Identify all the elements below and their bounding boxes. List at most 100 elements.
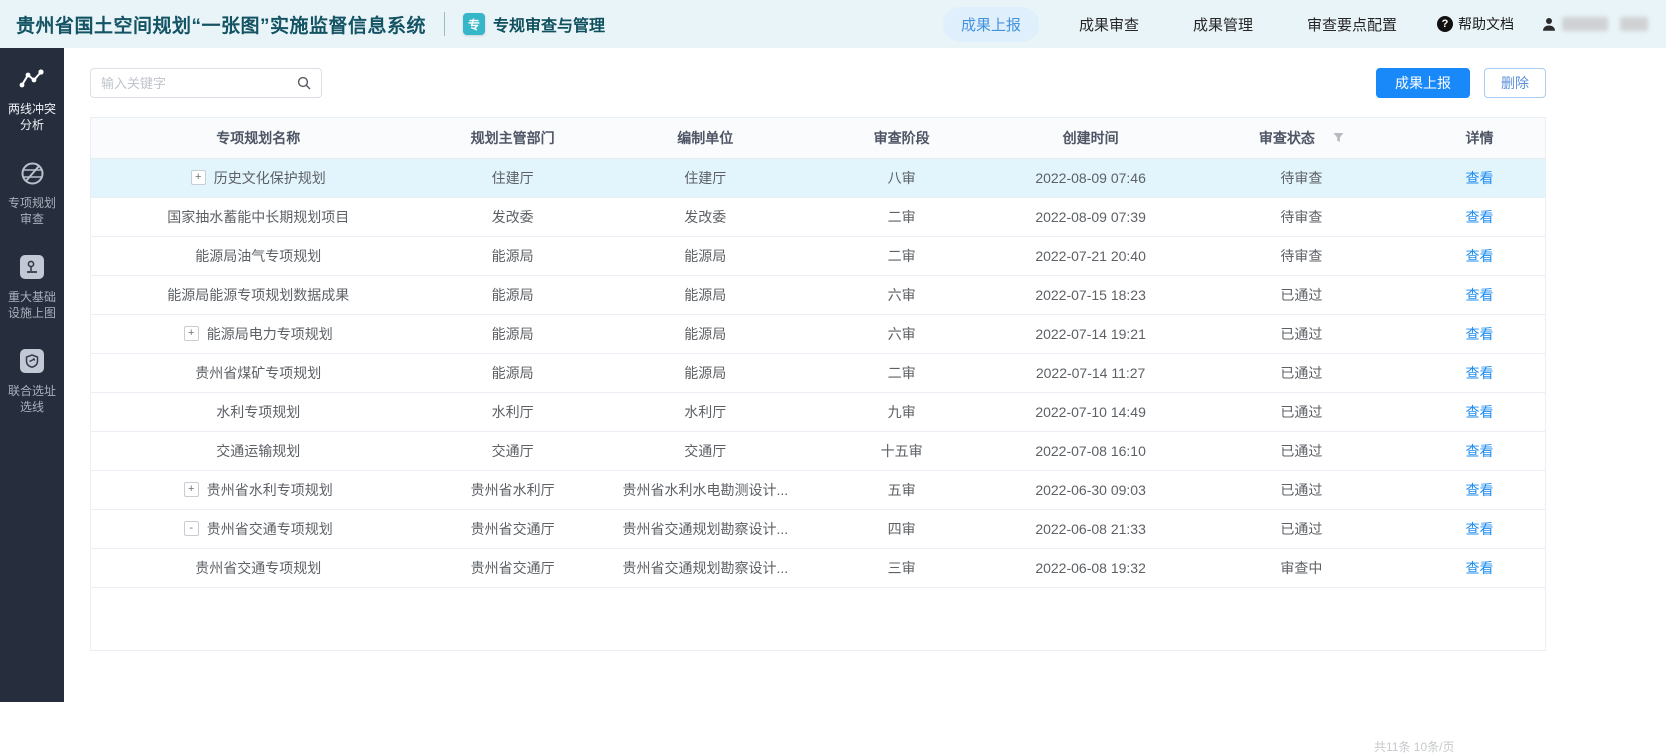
sidebar-item-special-plan-review[interactable]: 专项规划审查	[0, 160, 64, 227]
nav-results-review[interactable]: 成果审查	[1065, 7, 1153, 42]
detail-cell: 查看	[1414, 392, 1545, 431]
unit-cell: 贵州省交通规划勘察设计...	[600, 548, 811, 587]
plan-name: 历史文化保护规划	[214, 168, 326, 188]
stage-cell: 二审	[811, 197, 993, 236]
view-detail-link[interactable]: 查看	[1466, 482, 1494, 498]
detail-cell: 查看	[1414, 197, 1545, 236]
table-row[interactable]: + 贵州省水利专项规划 贵州省水利厅 贵州省水利水电勘测设计... 五审 202…	[91, 470, 1545, 509]
plans-table: 专项规划名称 规划主管部门 编制单位 审查阶段 创建时间 审查状态	[91, 118, 1545, 588]
module-title: 专规审查与管理	[493, 12, 605, 36]
stage-cell: 八审	[811, 158, 993, 197]
plan-name: 贵州省煤矿专项规划	[195, 363, 321, 383]
unit-cell: 水利厅	[600, 392, 811, 431]
table-row[interactable]: 国家抽水蓄能中长期规划项目 发改委 发改委 二审 2022-08-09 07:3…	[91, 197, 1545, 236]
sidebar-item-infrastructure-map[interactable]: 重大基础设施上图	[0, 254, 64, 321]
view-detail-link[interactable]: 查看	[1466, 521, 1494, 537]
view-detail-link[interactable]: 查看	[1466, 170, 1494, 186]
user-account[interactable]	[1540, 15, 1648, 33]
table-row[interactable]: - 贵州省交通专项规划 贵州省交通厅 贵州省交通规划勘察设计... 四审 202…	[91, 509, 1545, 548]
plan-name: 交通运输规划	[216, 441, 300, 461]
help-doc-link[interactable]: ? 帮助文档	[1437, 14, 1514, 34]
plan-name-cell: - 贵州省交通专项规划	[91, 509, 425, 548]
created-cell: 2022-07-14 19:21	[992, 314, 1188, 353]
view-detail-link[interactable]: 查看	[1466, 248, 1494, 264]
view-detail-link[interactable]: 查看	[1466, 443, 1494, 459]
table-header-row: 专项规划名称 规划主管部门 编制单位 审查阶段 创建时间 审查状态	[91, 118, 1545, 158]
sidebar-item-conflict-analysis[interactable]: 两线冲突分析	[0, 66, 64, 133]
unit-cell: 能源局	[600, 236, 811, 275]
dept-cell: 住建厅	[425, 158, 599, 197]
plan-name-cell: 能源局油气专项规划	[91, 236, 425, 275]
table-row[interactable]: 能源局能源专项规划数据成果 能源局 能源局 六审 2022-07-15 18:2…	[91, 275, 1545, 314]
detail-cell: 查看	[1414, 314, 1545, 353]
created-cell: 2022-07-14 11:27	[992, 353, 1188, 392]
dept-cell: 能源局	[425, 236, 599, 275]
table-row[interactable]: 水利专项规划 水利厅 水利厅 九审 2022-07-10 14:49 已通过 查…	[91, 392, 1545, 431]
col-header-unit: 编制单位	[600, 118, 811, 158]
nav-results-manage[interactable]: 成果管理	[1179, 7, 1267, 42]
plan-name: 能源局油气专项规划	[195, 246, 321, 266]
detail-cell: 查看	[1414, 548, 1545, 587]
status-cell: 已通过	[1189, 314, 1414, 353]
stage-cell: 六审	[811, 275, 993, 314]
created-cell: 2022-07-10 14:49	[992, 392, 1188, 431]
detail-cell: 查看	[1414, 236, 1545, 275]
view-detail-link[interactable]: 查看	[1466, 365, 1494, 381]
sidebar-item-joint-site-selection[interactable]: 联合选址选线	[0, 348, 64, 415]
user-name-redacted-2	[1620, 17, 1648, 31]
plan-name: 国家抽水蓄能中长期规划项目	[167, 207, 349, 227]
plan-name-cell: + 贵州省水利专项规划	[91, 470, 425, 509]
unit-cell: 能源局	[600, 314, 811, 353]
search-input[interactable]	[101, 76, 297, 91]
view-detail-link[interactable]: 查看	[1466, 287, 1494, 303]
dept-cell: 贵州省水利厅	[425, 470, 599, 509]
detail-cell: 查看	[1414, 431, 1545, 470]
table-row[interactable]: + 能源局电力专项规划 能源局 能源局 六审 2022-07-14 19:21 …	[91, 314, 1545, 353]
status-cell: 已通过	[1189, 353, 1414, 392]
expand-toggle[interactable]: -	[184, 521, 199, 536]
joint-site-selection-icon	[19, 348, 45, 374]
plan-name-cell: 能源局能源专项规划数据成果	[91, 275, 425, 314]
view-detail-link[interactable]: 查看	[1466, 404, 1494, 420]
table-row[interactable]: 交通运输规划 交通厅 交通厅 十五审 2022-07-08 16:10 已通过 …	[91, 431, 1545, 470]
plan-name: 贵州省交通专项规划	[207, 519, 333, 539]
search-icon[interactable]	[297, 76, 311, 90]
user-avatar-icon	[1540, 15, 1558, 33]
table-row[interactable]: 贵州省煤矿专项规划 能源局 能源局 二审 2022-07-14 11:27 已通…	[91, 353, 1545, 392]
detail-cell: 查看	[1414, 158, 1545, 197]
view-detail-link[interactable]: 查看	[1466, 326, 1494, 342]
expand-toggle[interactable]: +	[184, 326, 199, 341]
status-cell: 待审查	[1189, 158, 1414, 197]
unit-cell: 住建厅	[600, 158, 811, 197]
stage-cell: 十五审	[811, 431, 993, 470]
status-cell: 已通过	[1189, 431, 1414, 470]
status-cell: 已通过	[1189, 509, 1414, 548]
status-cell: 待审查	[1189, 236, 1414, 275]
module-badge-icon: 专	[463, 13, 485, 35]
conflict-analysis-icon	[19, 66, 45, 92]
created-cell: 2022-06-08 19:32	[992, 548, 1188, 587]
table-row[interactable]: 贵州省交通专项规划 贵州省交通厅 贵州省交通规划勘察设计... 三审 2022-…	[91, 548, 1545, 587]
delete-button[interactable]: 删除	[1484, 68, 1546, 98]
nav-results-report[interactable]: 成果上报	[943, 7, 1039, 42]
stage-cell: 四审	[811, 509, 993, 548]
plan-name-cell: 交通运输规划	[91, 431, 425, 470]
view-detail-link[interactable]: 查看	[1466, 560, 1494, 576]
expand-toggle[interactable]: +	[191, 170, 206, 185]
stage-cell: 六审	[811, 314, 993, 353]
nav-review-config[interactable]: 审查要点配置	[1293, 7, 1411, 42]
expand-toggle[interactable]: +	[184, 482, 199, 497]
dept-cell: 交通厅	[425, 431, 599, 470]
table-row[interactable]: 能源局油气专项规划 能源局 能源局 二审 2022-07-21 20:40 待审…	[91, 236, 1545, 275]
report-results-button[interactable]: 成果上报	[1376, 68, 1470, 98]
view-detail-link[interactable]: 查看	[1466, 209, 1494, 225]
toolbar: 成果上报 删除	[90, 68, 1546, 100]
detail-cell: 查看	[1414, 509, 1545, 548]
sidebar-item-label: 专项规划审查	[8, 195, 56, 227]
table-row[interactable]: + 历史文化保护规划 住建厅 住建厅 八审 2022-08-09 07:46 待…	[91, 158, 1545, 197]
col-header-detail: 详情	[1414, 118, 1545, 158]
status-filter-icon[interactable]	[1333, 132, 1344, 143]
system-title: 贵州省国土空间规划“一张图”实施监督信息系统	[16, 11, 426, 38]
dept-cell: 贵州省交通厅	[425, 509, 599, 548]
stage-cell: 五审	[811, 470, 993, 509]
